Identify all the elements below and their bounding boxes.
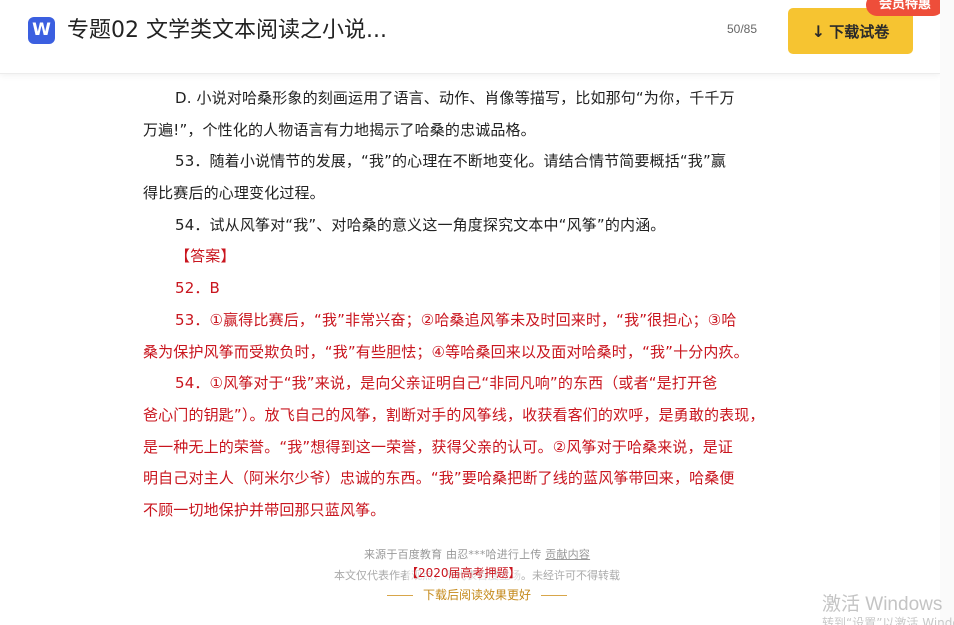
question-line: D. 小说对哈桑形象的刻画运用了语言、动作、肖像等描写，比如那句“为你，千千万 — [175, 89, 735, 107]
divider-right — [541, 595, 567, 596]
source-line: 来源于百度教育 由忍***哈进行上传 贡献内容 — [0, 546, 954, 562]
answer-line: 不顾一切地保护并带回那只蓝风筝。 — [143, 500, 386, 519]
document-content: D. 小说对哈桑形象的刻画运用了语言、动作、肖像等描写，比如那句“为你，千千万万… — [143, 83, 803, 527]
answer-line: 是一种无上的荣誉。“我”想得到这一荣誉，获得父亲的认可。②风筝对于哈桑来说，是证 — [143, 437, 733, 456]
contribute-link[interactable]: 贡献内容 — [545, 548, 590, 561]
source-text: 来源于百度教育 由忍***哈进行上传 — [363, 548, 542, 561]
exam-year-tag: 【2020届高考押题】 — [406, 564, 521, 581]
divider-left — [386, 595, 413, 596]
question-line: 得比赛后的心理变化过程。 — [143, 184, 325, 203]
arrow-down-icon: ↓ — [811, 21, 826, 41]
answer-line: 明自己对主人（阿米尔少爷）忠诚的东西。“我”要哈桑把断了线的蓝风筝带回来，哈桑便 — [143, 469, 735, 488]
question-line: 万遍!”，个性化的人物语言有力地揭示了哈桑的忠诚品格。 — [143, 120, 536, 139]
top-header: W 专题02 文学类文本阅读之小说... 50/85 ↓ 下载试卷 会员特惠 — [0, 0, 944, 74]
answer-line: 【答案】 — [175, 247, 236, 266]
answer-line: 52．B — [175, 279, 220, 298]
scrollbar-track[interactable] — [940, 0, 954, 625]
answer-line: 爸心门的钥匙”）。放飞自己的风筝，割断对手的风筝线，收获看客们的欢呼，是勇敢的表… — [143, 405, 765, 424]
read-better-prompt[interactable]: 下载后阅读效果更好 — [0, 586, 954, 603]
answer-line: 桑为保护风筝而受欺负时，“我”有些胆怯；④等哈桑回来以及面对哈桑时，“我”十分内… — [143, 342, 749, 361]
download-button-label: 下载试卷 — [829, 22, 890, 41]
windows-activation-title: 激活 Windows — [822, 594, 943, 615]
vip-discount-badge[interactable]: 会员特惠 — [866, 0, 944, 16]
page-counter: 50/85 — [727, 22, 758, 36]
answer-line: 54．①风筝对于“我”来说，是向父亲证明自己“非同凡响”的东西（或者“是打开爸 — [175, 374, 718, 393]
wenku-logo-icon[interactable]: W — [28, 17, 55, 44]
answer-line: 53．①赢得比赛后，“我”非常兴奋；②哈桑追风筝未及时回来时，“我”很担心；③哈 — [175, 310, 737, 329]
document-title: 专题02 文学类文本阅读之小说... — [67, 18, 387, 43]
question-line: 53．随着小说情节的发展，“我”的心理在不断地变化。请结合情节简要概括“我”赢 — [175, 152, 727, 171]
read-better-text: 下载后阅读效果更好 — [422, 588, 531, 602]
windows-activation-subtitle: 转到“设置”以激活 Windows。 — [822, 616, 954, 625]
question-line: 54．试从风筝对“我”、对哈桑的意义这一角度探究文本中“风筝”的内涵。 — [175, 215, 666, 234]
